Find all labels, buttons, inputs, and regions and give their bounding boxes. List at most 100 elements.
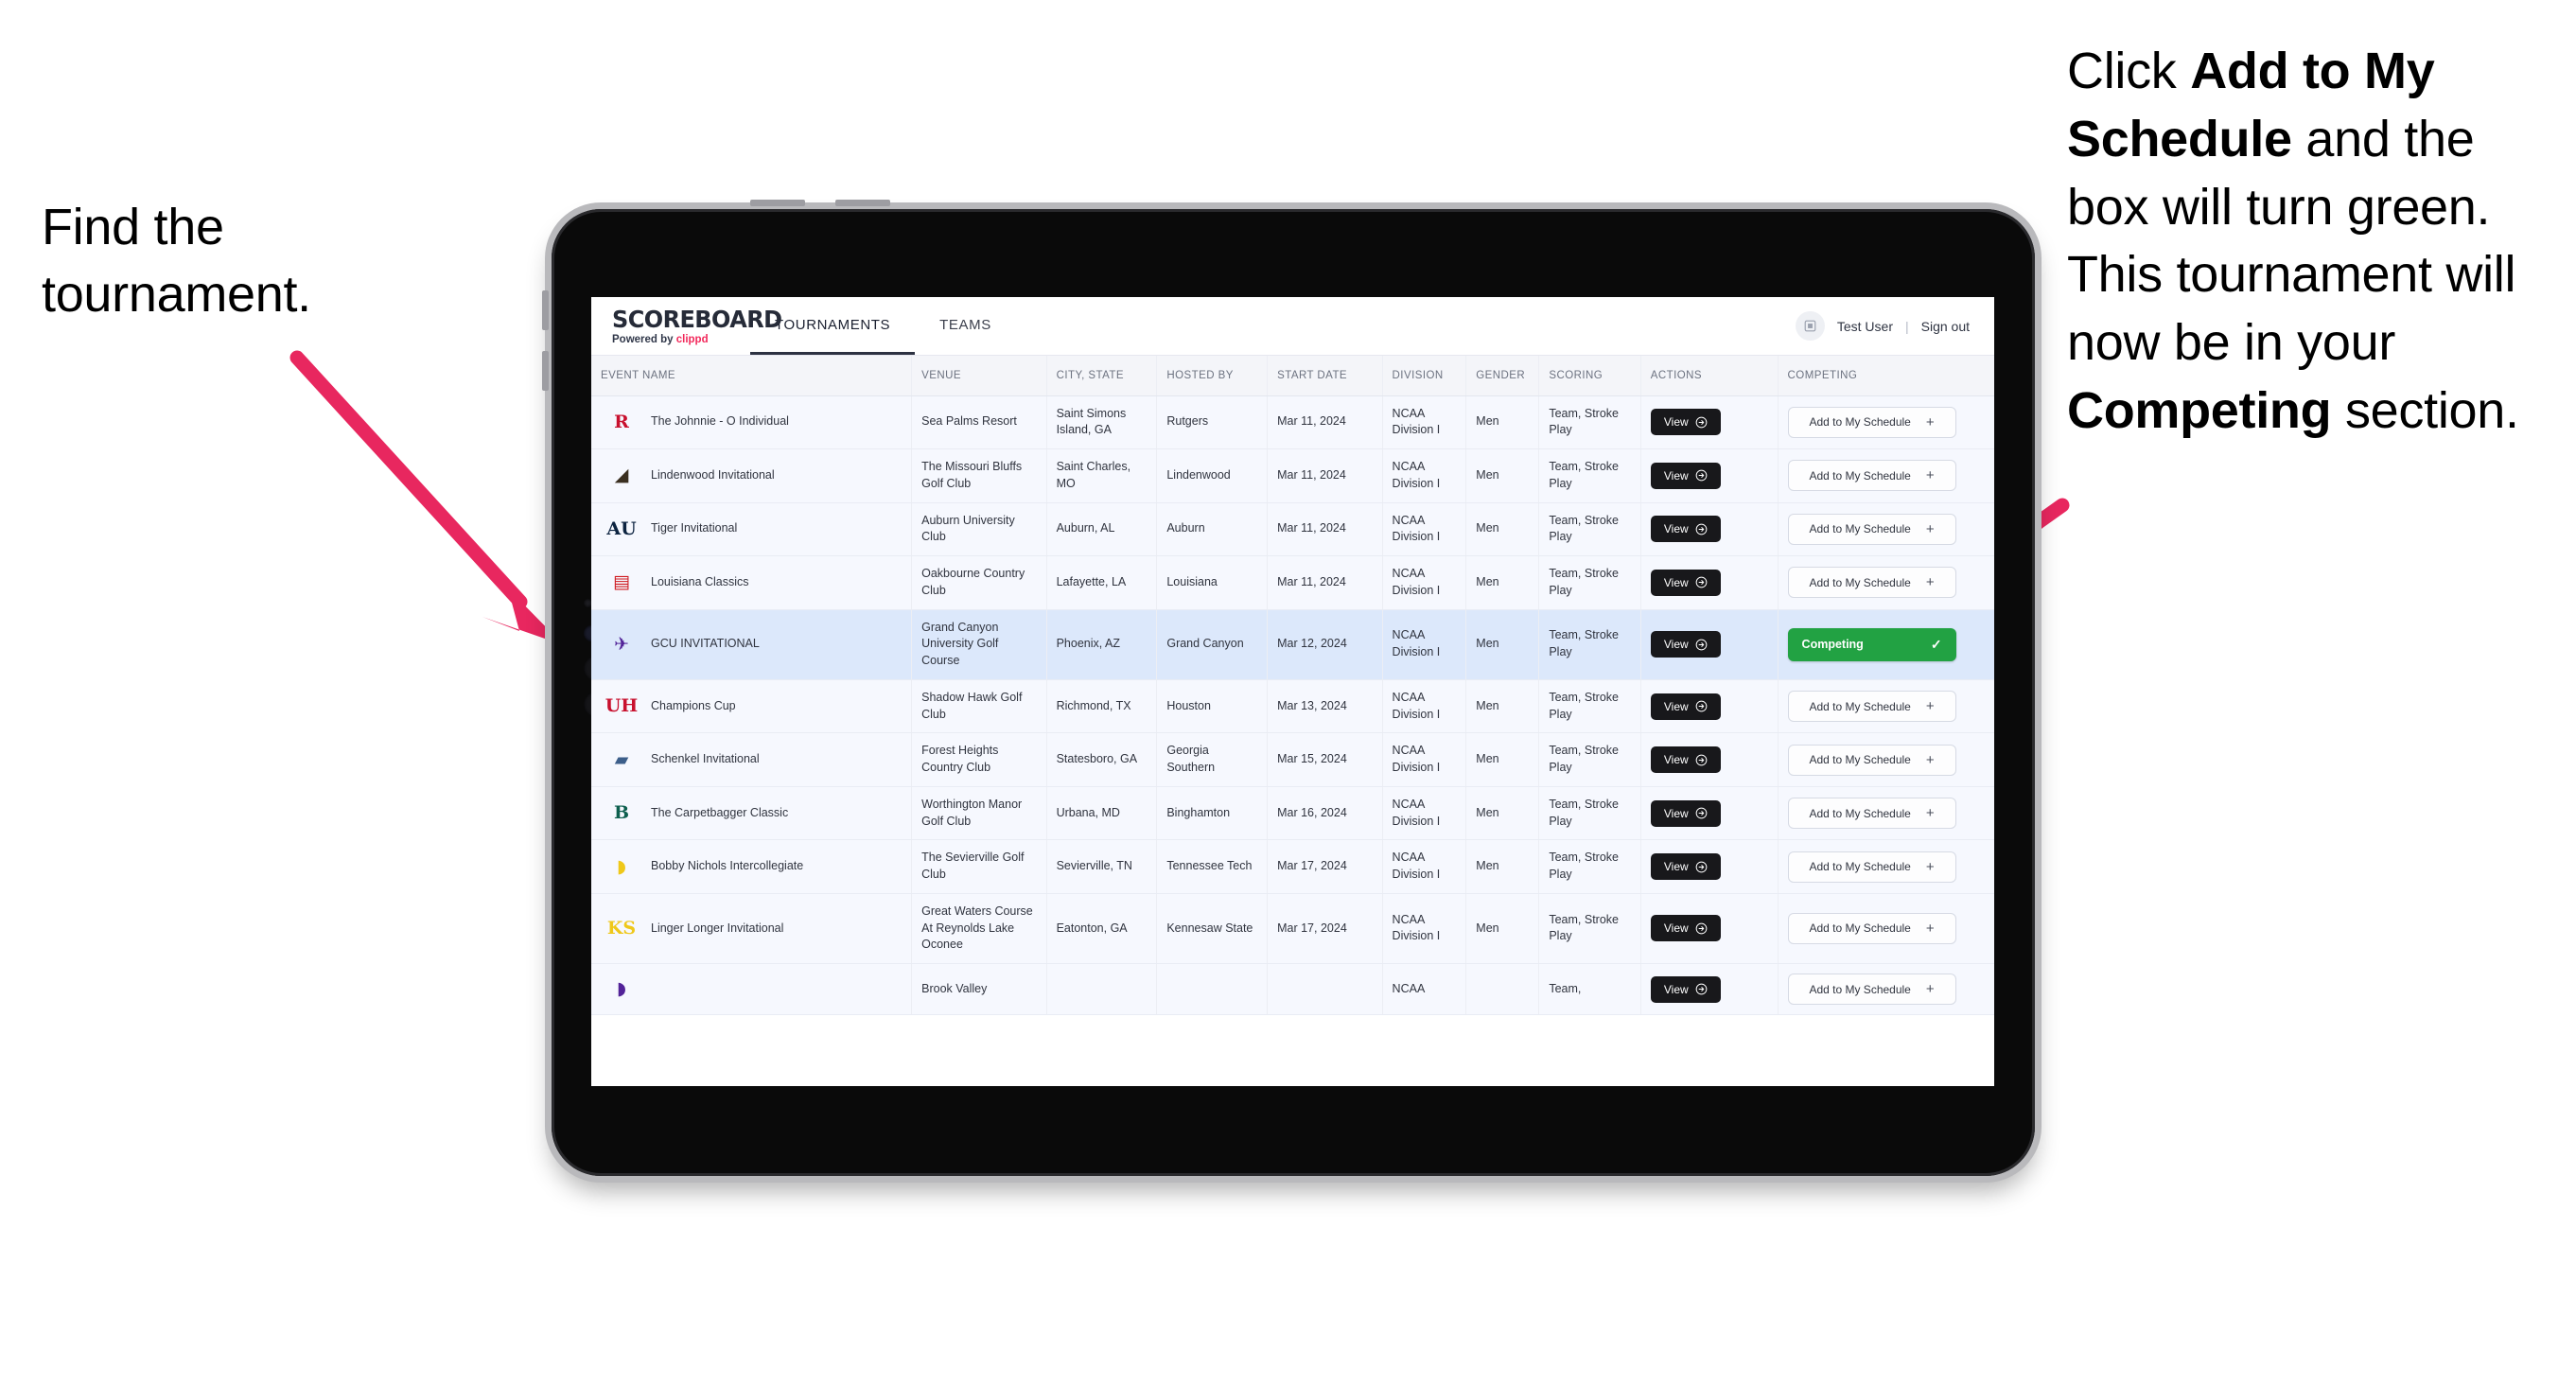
view-button[interactable]: View — [1650, 631, 1721, 658]
cell-division: NCAA Division I — [1382, 395, 1467, 449]
plus-icon: + — [1925, 751, 1935, 768]
table-row[interactable]: ◗ Brook Valley NCAA Team, View Add to My Sche… — [591, 963, 1994, 1015]
cell-gender: Men — [1465, 893, 1540, 965]
col-gender[interactable]: GENDER — [1465, 356, 1540, 396]
view-button[interactable]: View — [1650, 853, 1721, 880]
annotation-text: section. — [2331, 382, 2519, 440]
cell-event-name: R The Johnnie - O Individual — [591, 395, 913, 449]
table-row[interactable]: AU Tiger Invitational Auburn University Cl… — [591, 502, 1994, 556]
team-logo-icon: ◢ — [614, 465, 629, 486]
cell-city-state: Eatonton, GA — [1046, 893, 1158, 965]
view-button[interactable]: View — [1650, 915, 1721, 942]
cell-division: NCAA Division I — [1382, 555, 1467, 610]
cell-hosted-by: Louisiana — [1156, 555, 1269, 610]
table-row[interactable]: UH Champions Cup Shadow Hawk Golf Club Rich… — [591, 679, 1994, 734]
cell-actions: View — [1640, 395, 1779, 449]
table-row[interactable]: ▤ Louisiana Classics Oakbourne Country Clu… — [591, 555, 1994, 610]
view-button[interactable]: View — [1650, 746, 1721, 773]
top-button-b[interactable] — [835, 200, 890, 206]
col-start-date[interactable]: START DATE — [1267, 356, 1383, 396]
add-to-my-schedule-button[interactable]: Add to My Schedule + — [1787, 567, 1956, 599]
team-logo-icon: AU — [606, 518, 637, 539]
table-header-row: EVENT NAME VENUE CITY, STATE HOSTED BY S… — [591, 356, 1994, 396]
cell-start-date: Mar 16, 2024 — [1267, 786, 1383, 841]
add-to-my-schedule-label: Add to My Schedule — [1809, 522, 1911, 536]
col-venue[interactable]: VENUE — [911, 356, 1047, 396]
cell-scoring: Team, Stroke Play — [1538, 786, 1641, 841]
col-actions[interactable]: ACTIONS — [1640, 356, 1779, 396]
table-row[interactable]: B The Carpetbagger Classic Worthington Man… — [591, 786, 1994, 841]
add-to-my-schedule-button[interactable]: Add to My Schedule + — [1787, 744, 1956, 776]
cell-gender: Men — [1465, 732, 1540, 787]
add-to-my-schedule-label: Add to My Schedule — [1809, 982, 1911, 996]
cell-start-date: Mar 11, 2024 — [1267, 555, 1383, 610]
cell-start-date: Mar 17, 2024 — [1267, 893, 1383, 965]
team-logo-icon: B — [613, 802, 630, 823]
cell-start-date: Mar 17, 2024 — [1267, 839, 1383, 894]
view-button[interactable]: View — [1650, 516, 1721, 543]
team-logo-icon: KS — [606, 917, 637, 939]
plus-icon: + — [1925, 981, 1935, 997]
cell-actions: View — [1640, 963, 1779, 1015]
cell-actions: View — [1640, 732, 1779, 787]
annotation-emphasis: Competing — [2067, 382, 2332, 440]
arrow-right-circle-icon — [1695, 861, 1708, 873]
user-avatar-icon[interactable] — [1795, 311, 1825, 341]
cell-hosted-by: Grand Canyon — [1156, 609, 1269, 680]
volume-down-button[interactable] — [542, 351, 549, 391]
powered-by-text: Powered by — [612, 334, 676, 345]
arrow-right-circle-icon — [1695, 469, 1708, 482]
add-to-my-schedule-button[interactable]: Add to My Schedule + — [1787, 912, 1956, 944]
add-to-my-schedule-button[interactable]: Add to My Schedule + — [1787, 460, 1956, 492]
event-name-label: GCU INVITATIONAL — [651, 637, 760, 651]
col-competing[interactable]: COMPETING — [1778, 356, 1994, 396]
table-row[interactable]: KS Linger Longer Invitational Great Waters… — [591, 893, 1994, 965]
competing-badge[interactable]: Competing ✓ — [1787, 627, 1956, 661]
view-button[interactable]: View — [1650, 693, 1721, 720]
col-hosted-by[interactable]: HOSTED BY — [1156, 356, 1269, 396]
volume-up-button[interactable] — [542, 290, 549, 330]
add-to-my-schedule-button[interactable]: Add to My Schedule + — [1787, 406, 1956, 438]
view-button[interactable]: View — [1650, 799, 1721, 827]
cell-venue: The Missouri Bluffs Golf Club — [911, 448, 1047, 503]
col-city-state[interactable]: CITY, STATE — [1046, 356, 1158, 396]
tab-teams[interactable]: TEAMS — [915, 297, 1016, 355]
add-to-my-schedule-label: Add to My Schedule — [1809, 415, 1911, 430]
add-to-my-schedule-button[interactable]: Add to My Schedule + — [1787, 851, 1956, 883]
col-event-name[interactable]: EVENT NAME — [591, 356, 913, 396]
table-row[interactable]: R The Johnnie - O Individual Sea Palms Res… — [591, 395, 1994, 449]
cell-gender: Men — [1465, 448, 1540, 503]
tournaments-table-scroll[interactable]: EVENT NAME VENUE CITY, STATE HOSTED BY S… — [591, 356, 1994, 1086]
cell-actions: View — [1640, 609, 1779, 680]
table-row[interactable]: ▰ Schenkel Invitational Forest Heights Cou… — [591, 732, 1994, 787]
add-to-my-schedule-button[interactable]: Add to My Schedule + — [1787, 974, 1956, 1005]
cell-hosted-by: Auburn — [1156, 502, 1269, 556]
brand-logo[interactable]: SCOREBOARD Powered by clippd — [591, 297, 782, 355]
user-separator: | — [1904, 318, 1909, 334]
cell-actions: View — [1640, 448, 1779, 503]
plus-icon: + — [1925, 858, 1935, 875]
cell-start-date — [1267, 963, 1383, 1015]
view-button[interactable]: View — [1650, 409, 1721, 436]
col-scoring[interactable]: SCORING — [1538, 356, 1641, 396]
view-button[interactable]: View — [1650, 569, 1721, 596]
add-to-my-schedule-button[interactable]: Add to My Schedule + — [1787, 513, 1956, 545]
cell-venue: Sea Palms Resort — [911, 395, 1047, 449]
table-row[interactable]: ◢ Lindenwood Invitational The Missouri Blu… — [591, 448, 1994, 503]
view-button[interactable]: View — [1650, 975, 1721, 1003]
cell-competing: Add to My Schedule + — [1778, 502, 1994, 556]
table-row[interactable]: ✈ GCU INVITATIONAL Grand Canyon University… — [591, 609, 1994, 680]
add-to-my-schedule-button[interactable]: Add to My Schedule + — [1787, 691, 1956, 722]
add-to-my-schedule-button[interactable]: Add to My Schedule + — [1787, 798, 1956, 829]
view-button-label: View — [1663, 806, 1689, 820]
top-button-a[interactable] — [750, 200, 805, 206]
cell-scoring: Team, Stroke Play — [1538, 839, 1641, 894]
plus-icon: + — [1925, 520, 1935, 537]
cell-event-name: ▰ Schenkel Invitational — [591, 732, 913, 787]
col-division[interactable]: DIVISION — [1382, 356, 1467, 396]
sign-out-link[interactable]: Sign out — [1921, 319, 1970, 334]
cell-start-date: Mar 11, 2024 — [1267, 395, 1383, 449]
table-row[interactable]: ◗ Bobby Nichols Intercollegiate The Sevier… — [591, 839, 1994, 894]
view-button[interactable]: View — [1650, 462, 1721, 489]
plus-icon: + — [1925, 413, 1935, 430]
